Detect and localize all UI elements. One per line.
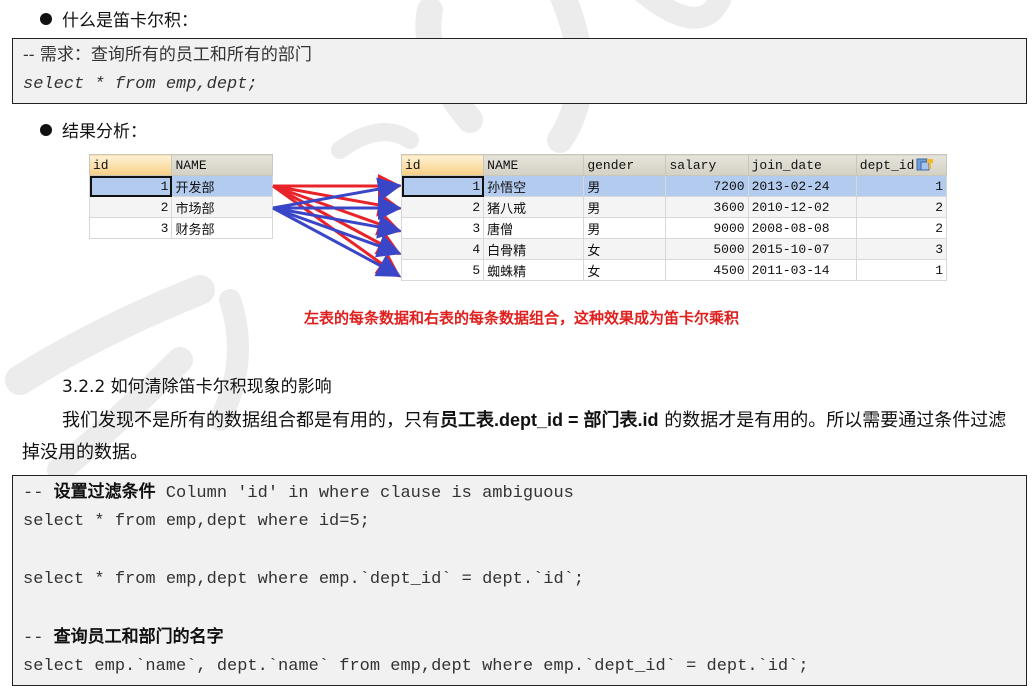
- code-line: -- 设置过滤条件 Column 'id' in where clause is…: [23, 478, 1016, 507]
- cell-id[interactable]: 3: [400, 217, 485, 239]
- arrow-dept2-to-emp-4: [272, 206, 402, 258]
- cell-id[interactable]: 1: [400, 175, 485, 197]
- cell-gender[interactable]: 男: [583, 175, 667, 197]
- code-comment-cjk: 设置过滤条件: [53, 482, 156, 502]
- cell-gender[interactable]: 女: [583, 238, 667, 260]
- cell-dept-id[interactable]: 1: [855, 175, 948, 197]
- cell-name[interactable]: 蜘蛛精: [483, 259, 585, 281]
- table-row[interactable]: 2 猪八戒男 3600 2010-12-02 2: [400, 196, 948, 218]
- cell-salary[interactable]: 3600: [665, 196, 749, 218]
- code-line: -- 查询员工和部门的名字: [23, 623, 1016, 652]
- table-row[interactable]: 1 孙悟空男 7200 2013-02-24 1: [400, 175, 948, 197]
- code-line: select * from emp,dept where emp.`dept_i…: [23, 570, 585, 589]
- cell-id[interactable]: 5: [400, 259, 485, 281]
- cartesian-caption: 左表的每条数据和右表的每条数据组合，这种效果成为笛卡尔乘积: [304, 309, 740, 327]
- cell-name[interactable]: 唐僧: [483, 217, 585, 239]
- cell-gender[interactable]: 女: [583, 259, 667, 281]
- column-header-dept-id[interactable]: dept_id: [855, 154, 948, 176]
- table-row[interactable]: 4 白骨精女 5000 2015-10-07 3: [400, 238, 948, 260]
- para-bold-condition: 员工表.dept_id = 部门表.id: [440, 410, 659, 430]
- cell-gender[interactable]: 男: [583, 217, 667, 239]
- para-text: 我们发现不是所有的数据组合都是有用的，只有: [62, 410, 440, 431]
- comment-prefix: --: [23, 484, 54, 503]
- cell-join-date[interactable]: 2011-03-14: [747, 259, 857, 281]
- cell-join-date[interactable]: 2015-10-07: [747, 238, 857, 260]
- cell-salary[interactable]: 4500: [665, 259, 749, 281]
- cell-dept-id[interactable]: 2: [855, 217, 948, 239]
- code-line: select * from emp,dept where id=5;: [23, 512, 370, 531]
- table-row[interactable]: 5 蜘蛛精女 4500 2011-03-14 1: [400, 259, 948, 281]
- code-comment: Column 'id' in where clause is ambiguous: [155, 484, 574, 503]
- code-comment-cjk: 查询员工和部门的名字: [53, 627, 224, 647]
- cell-dept-id[interactable]: 1: [855, 259, 948, 281]
- column-header-gender[interactable]: gender: [583, 154, 667, 176]
- cell-id[interactable]: 4: [400, 238, 485, 260]
- explanation-paragraph: 我们发现不是所有的数据组合都是有用的，只有员工表.dept_id = 部门表.i…: [22, 404, 1022, 469]
- cell-join-date[interactable]: 2013-02-24: [747, 175, 857, 197]
- table-row[interactable]: 3 唐僧男 9000 2008-08-08 2: [400, 217, 948, 239]
- emp-table-header: id NAME gender salary join_date dept_id: [400, 154, 948, 176]
- cell-salary[interactable]: 5000: [665, 238, 749, 260]
- cell-dept-id[interactable]: 2: [855, 196, 948, 218]
- cell-id[interactable]: 2: [400, 196, 485, 218]
- cell-name[interactable]: 白骨精: [483, 238, 585, 260]
- column-header-salary[interactable]: salary: [665, 154, 749, 176]
- column-header-dept-id-label: dept_id: [859, 157, 915, 173]
- cell-salary[interactable]: 9000: [665, 217, 749, 239]
- column-sort-icon[interactable]: [916, 158, 934, 171]
- cell-join-date[interactable]: 2010-12-02: [747, 196, 857, 218]
- column-header-id[interactable]: id: [400, 154, 485, 176]
- column-header-join-date[interactable]: join_date: [747, 154, 857, 176]
- cell-name[interactable]: 孙悟空: [483, 175, 585, 197]
- section-heading: 3.2.2 如何清除笛卡尔积现象的影响: [62, 377, 332, 397]
- cell-gender[interactable]: 男: [583, 196, 667, 218]
- column-header-name[interactable]: NAME: [483, 154, 585, 176]
- cell-name[interactable]: 猪八戒: [483, 196, 585, 218]
- emp-table: id NAME gender salary join_date dept_id …: [400, 154, 948, 281]
- cell-dept-id[interactable]: 3: [855, 238, 948, 260]
- comment-prefix: --: [23, 629, 54, 648]
- cell-join-date[interactable]: 2008-08-08: [747, 217, 857, 239]
- code-line: select emp.`name`, dept.`name` from emp,…: [23, 657, 809, 676]
- cell-salary[interactable]: 7200: [665, 175, 749, 197]
- code-block-2: -- 设置过滤条件 Column 'id' in where clause is…: [12, 475, 1027, 686]
